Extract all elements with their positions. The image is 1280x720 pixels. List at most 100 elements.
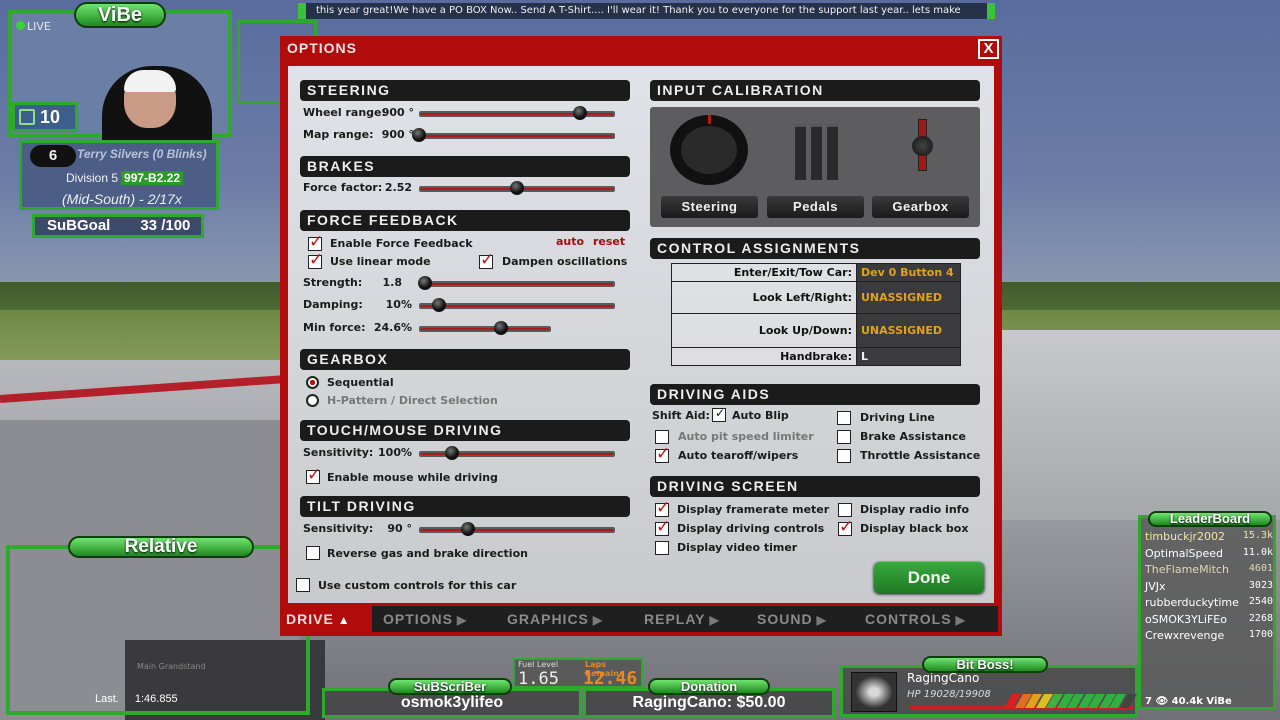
min-force-slider[interactable]: [419, 321, 551, 335]
black-box-checkbox[interactable]: [838, 517, 853, 537]
tab-options[interactable]: OPTIONS ▶: [377, 606, 492, 632]
calibrate-steering-button[interactable]: Steering: [661, 196, 758, 218]
live-label: LIVE: [27, 20, 51, 33]
driver-info-card: 6 Terry Silvers (0 Blinks) Division 5 997…: [19, 140, 219, 210]
table-row[interactable]: Look Up/Down: UNASSIGNED: [671, 313, 961, 348]
auto-tearoff-checkbox[interactable]: [655, 444, 670, 464]
brake-assist-checkbox[interactable]: [837, 430, 851, 444]
driving-controls-label: Display driving controls: [677, 522, 825, 535]
slider-knob[interactable]: [461, 522, 475, 536]
auto-pit-checkbox[interactable]: [655, 430, 669, 444]
tab-controls[interactable]: CONTROLS ▶: [859, 606, 998, 632]
video-timer-checkbox[interactable]: [655, 541, 669, 555]
scrolling-ticker: this year great!We have a PO BOX Now.. S…: [298, 3, 995, 19]
calibrate-pedals-button[interactable]: Pedals: [767, 196, 864, 218]
table-row[interactable]: Look Left/Right: UNASSIGNED: [671, 281, 961, 314]
close-button[interactable]: X: [978, 39, 999, 59]
calibrate-gearbox-button[interactable]: Gearbox: [872, 196, 969, 218]
arrow-up-icon: ▲: [337, 613, 351, 627]
leaderboard-footer: 7 👁 40.4k ViBe: [1145, 696, 1232, 707]
gearbox-sequential-radio[interactable]: [306, 376, 319, 389]
reverse-gas-checkbox[interactable]: [306, 546, 320, 560]
subscriber-name: osmok3ylifeo: [400, 694, 504, 711]
leaderboard-name: oSMOK3YLiFEo: [1145, 612, 1227, 626]
force-factor-value: 2.52: [384, 181, 412, 194]
tab-graphics[interactable]: GRAPHICS ▶: [501, 606, 629, 632]
binding-value[interactable]: Dev 0 Button 4: [856, 263, 961, 282]
auto-blip-checkbox[interactable]: [712, 406, 726, 422]
input-calibration-header: INPUT CALIBRATION: [650, 80, 980, 101]
linear-mode-checkbox[interactable]: [308, 250, 323, 270]
done-button[interactable]: Done: [874, 562, 984, 593]
min-force-label: Min force:: [303, 321, 366, 334]
gearbox-hpattern-radio[interactable]: [306, 394, 319, 407]
leaderboard-row: oSMOK3YLiFEo 2268: [1145, 613, 1273, 629]
black-box-label: Display black box: [860, 522, 969, 535]
dampen-checkbox[interactable]: [479, 250, 494, 270]
touch-sensitivity-slider[interactable]: [419, 446, 615, 460]
arrow-right-icon: ▶: [955, 613, 966, 627]
control-assignments-table: Enter/Exit/Tow Car: Dev 0 Button 4 Look L…: [671, 263, 961, 366]
map-range-slider[interactable]: [412, 128, 615, 142]
binding-value[interactable]: L: [856, 347, 961, 366]
live-dot-icon: [16, 21, 25, 30]
strength-slider[interactable]: [417, 276, 615, 290]
enable-mouse-label: Enable mouse while driving: [327, 471, 498, 484]
slider-knob[interactable]: [417, 276, 432, 290]
force-factor-slider[interactable]: [419, 181, 615, 195]
tab-replay[interactable]: REPLAY ▶: [638, 606, 748, 632]
enable-mouse-checkbox[interactable]: [306, 465, 321, 485]
binding-value[interactable]: UNASSIGNED: [856, 281, 961, 314]
leaderboard-score: 1700: [1248, 629, 1273, 640]
touch-mouse-header: TOUCH/MOUSE DRIVING: [300, 420, 630, 441]
table-row[interactable]: Handbrake: L: [671, 347, 961, 366]
tilt-sensitivity-slider[interactable]: [419, 522, 615, 536]
wheel-range-slider[interactable]: [419, 106, 615, 120]
throttle-assist-checkbox[interactable]: [837, 449, 851, 463]
arrow-right-icon: ▶: [592, 613, 604, 627]
gearbox-header: GEARBOX: [300, 349, 630, 370]
framerate-checkbox[interactable]: [655, 498, 670, 518]
driving-controls-checkbox[interactable]: [655, 517, 670, 537]
slider-knob[interactable]: [572, 106, 587, 120]
pedal-icon: [795, 125, 806, 180]
last-lap: Last. 1:46.855: [95, 693, 178, 705]
slider-knob[interactable]: [445, 446, 460, 460]
brakes-header: BRAKES: [300, 156, 630, 177]
strength-value: 1.8: [382, 276, 403, 289]
license-badge: 997-B2.22: [121, 171, 184, 185]
division-line: Division 5 997-B2.22: [66, 171, 184, 185]
tab-sound[interactable]: SOUND ▶: [751, 606, 856, 632]
action-label: Look Left/Right:: [671, 281, 857, 314]
damping-slider[interactable]: [419, 298, 615, 312]
reset-link[interactable]: reset: [593, 235, 625, 248]
binding-value[interactable]: UNASSIGNED: [856, 313, 961, 348]
driver-name: Terry Silvers (0 Blinks): [77, 147, 207, 161]
slider-knob[interactable]: [431, 298, 446, 312]
wheel-range-value: 900 °: [381, 106, 414, 119]
arrow-right-icon: ▶: [709, 613, 720, 627]
leaderboard-score: 3023: [1248, 579, 1273, 591]
slider-knob[interactable]: [510, 181, 524, 195]
tilt-sensitivity-label: Sensitivity:: [303, 522, 374, 535]
leaderboard-row: OptimalSpeed 11.0k: [1145, 547, 1273, 563]
tab-drive[interactable]: DRIVE ▲: [280, 606, 372, 632]
tilt-sensitivity-value: 90 °: [387, 522, 412, 535]
auto-link[interactable]: auto: [556, 235, 584, 248]
viewer-count: 10: [40, 107, 61, 127]
donation-text: RagingCano: $50.00: [632, 694, 786, 711]
enable-ffb-checkbox[interactable]: [308, 232, 323, 252]
bottom-nav: DRIVE ▲ OPTIONS ▶ GRAPHICS ▶ REPLAY ▶ SOUND ▶…: [280, 606, 998, 632]
custom-controls-checkbox[interactable]: [296, 578, 310, 592]
radio-info-checkbox[interactable]: [838, 503, 852, 517]
action-label: Look Up/Down:: [671, 313, 857, 348]
slider-knob[interactable]: [412, 128, 426, 142]
slider-knob[interactable]: [493, 321, 508, 335]
pedal-icon: [827, 125, 838, 180]
leaderboard-row: timbuckjr2002 15.3k: [1145, 530, 1273, 546]
table-row[interactable]: Enter/Exit/Tow Car: Dev 0 Button 4: [671, 263, 961, 282]
dialog-body: STEERING Wheel range: 900 ° Map range: 9…: [288, 66, 994, 603]
leaderboard-row: JVJx 3023: [1145, 580, 1273, 596]
driving-line-checkbox[interactable]: [837, 411, 851, 425]
auto-blip-label: Auto Blip: [732, 409, 789, 422]
